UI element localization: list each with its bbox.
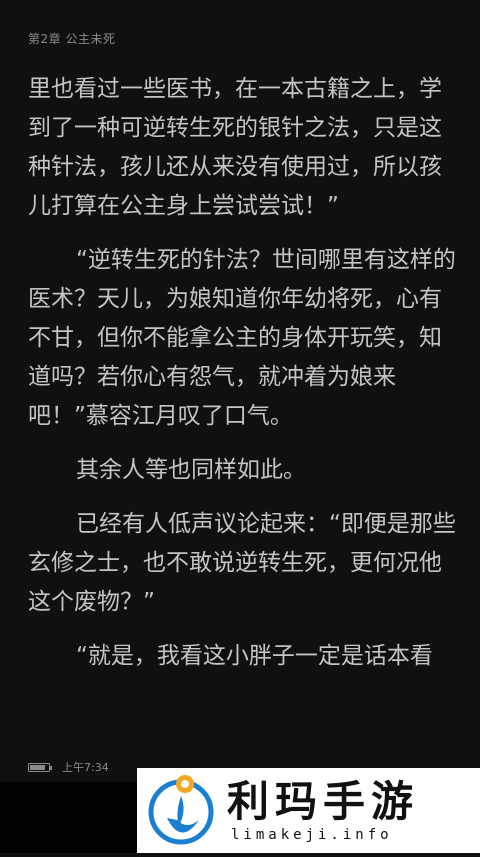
- watermark-cn: 利玛手游: [227, 776, 420, 826]
- paragraph: 里也看过一些医书，在一本古籍之上，学到了一种可逆转生死的银针之法，只是这种针法，…: [28, 76, 442, 219]
- chapter-content: 里也看过一些医书，在一本古籍之上，学到了一种可逆转生死的银针之法，只是这种针法，…: [28, 70, 458, 691]
- watermark-en: limakeji.info: [231, 826, 393, 843]
- watermark-text: 利玛手游 limakeji.info: [227, 776, 420, 844]
- limakeji-logo-icon: [137, 768, 223, 853]
- paragraph: “逆转生死的针法？世间哪里有这样的医术？天儿，为娘知道你年幼将死，心有不甘，但你…: [28, 247, 456, 429]
- reader-page[interactable]: 第2章 公主未死 里也看过一些医书，在一本古籍之上，学到了一种可逆转生死的银针之…: [0, 0, 480, 853]
- chapter-title: 第2章 公主未死: [28, 32, 116, 46]
- reader-status-bar: 上午7:34: [28, 758, 109, 776]
- paragraph: 其余人等也同样如此。: [76, 457, 306, 483]
- battery-level: [30, 764, 45, 770]
- paragraph: “就是，我看这小胖子一定是话本看: [76, 643, 433, 669]
- paragraph: 已经有人低声议论起来：“即便是那些玄修之士，也不敢说逆转生死，更何况他这个废物？…: [28, 511, 456, 615]
- battery-icon: [28, 762, 52, 772]
- clock-time: 上午7:34: [62, 761, 109, 774]
- watermark-logo: 利玛手游 limakeji.info: [137, 768, 480, 853]
